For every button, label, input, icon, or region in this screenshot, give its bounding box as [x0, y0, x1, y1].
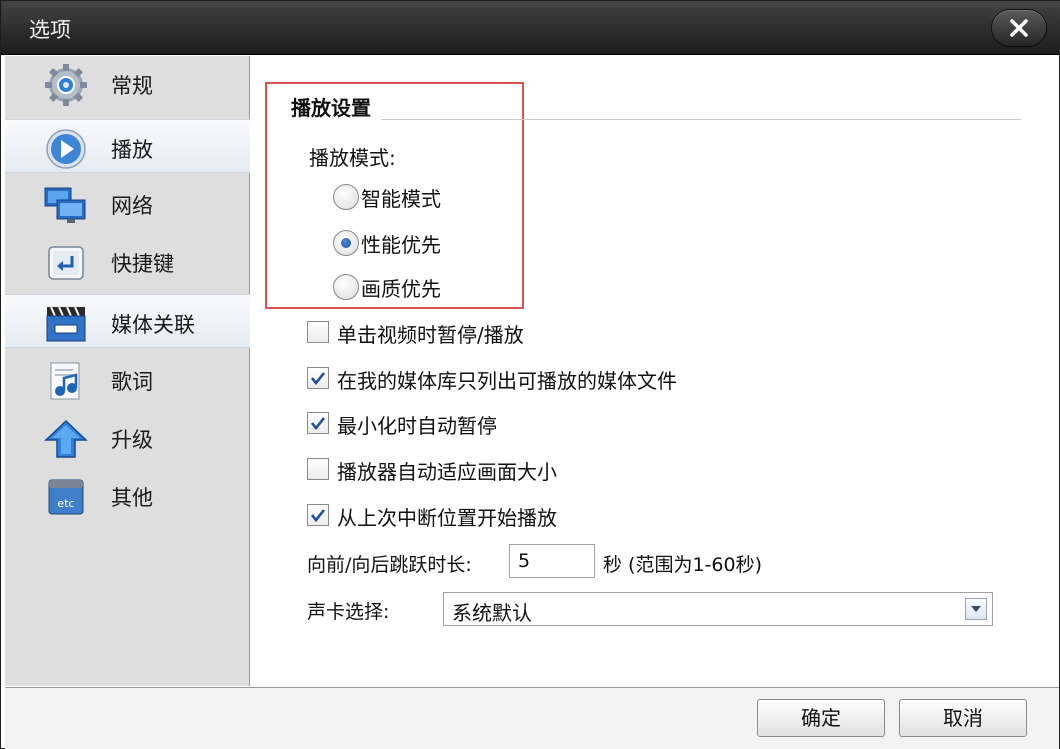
- seek-duration-label: 向前/向后跳跃时长:: [307, 554, 472, 576]
- lyrics-icon: [50, 362, 80, 400]
- sidebar-item-label: 播放: [111, 138, 153, 162]
- clapperboard-icon: [46, 306, 86, 342]
- section-title: 播放设置: [291, 96, 371, 120]
- soundcard-selected-value: 系统默认: [452, 601, 532, 625]
- checkmark-icon: [310, 372, 326, 386]
- sidebar-item-hotkeys[interactable]: 快捷键: [5, 234, 250, 288]
- checkbox[interactable]: [307, 367, 329, 389]
- radio-label: 画质优先: [361, 277, 441, 301]
- checkbox[interactable]: [307, 504, 329, 526]
- sidebar-item-media-association[interactable]: 媒体关联: [5, 294, 250, 348]
- checkmark-icon: [310, 509, 326, 523]
- checkbox-label: 在我的媒体库只列出可播放的媒体文件: [337, 369, 677, 393]
- sidebar-item-label: 其他: [111, 486, 153, 510]
- checkbox-label: 最小化时自动暂停: [337, 414, 497, 438]
- sidebar: 常规 播放 网络 快捷键 媒体关联 歌词 升级 etc 其他: [5, 56, 250, 686]
- title-bar[interactable]: 选项: [1, 1, 1060, 55]
- options-window: 选项 常规 播放 网络 快捷键 媒体关联 歌词 升级 etc 其他 播放设置 播…: [0, 0, 1060, 749]
- radio-button[interactable]: [333, 230, 359, 256]
- arrow-up-icon: [44, 419, 88, 458]
- ok-button[interactable]: 确定: [757, 699, 885, 737]
- enter-key-icon: [48, 246, 84, 280]
- soundcard-select[interactable]: 系统默认: [443, 592, 993, 626]
- radio-selected-dot: [341, 238, 351, 248]
- checkbox[interactable]: [307, 412, 329, 434]
- sidebar-item-label: 歌词: [111, 370, 153, 394]
- etc-icon: etc: [48, 479, 84, 515]
- checkmark-icon: [310, 417, 326, 431]
- checkbox-label: 播放器自动适应画面大小: [337, 460, 557, 484]
- cancel-button[interactable]: 取消: [899, 699, 1027, 737]
- soundcard-label: 声卡选择:: [307, 601, 390, 623]
- gear-icon: [45, 64, 87, 106]
- sidebar-item-label: 升级: [111, 428, 153, 452]
- play-icon: [46, 129, 86, 169]
- section-divider: [381, 119, 1021, 120]
- close-icon: [1010, 19, 1028, 37]
- checkbox-label: 单击视频时暂停/播放: [337, 323, 524, 347]
- radio-button[interactable]: [333, 274, 359, 300]
- playback-mode-label: 播放模式:: [309, 146, 396, 170]
- seek-duration-hint: 秒 (范围为1-60秒): [603, 554, 762, 576]
- chevron-down-icon: [971, 606, 981, 612]
- checkbox[interactable]: [307, 458, 329, 480]
- dropdown-button[interactable]: [965, 598, 987, 620]
- radio-label: 智能模式: [361, 187, 441, 211]
- sidebar-item-general[interactable]: 常规: [5, 56, 250, 110]
- window-title: 选项: [29, 18, 71, 42]
- sidebar-item-playback[interactable]: 播放: [5, 119, 250, 173]
- radio-button[interactable]: [333, 184, 359, 210]
- sidebar-item-upgrade[interactable]: 升级: [5, 410, 250, 464]
- sidebar-item-label: 常规: [111, 74, 153, 98]
- playback-settings-panel: 播放设置 播放模式: 智能模式 性能优先 画质优先 单击视频时暂停/播放 在我的…: [251, 56, 1059, 686]
- checkbox[interactable]: [307, 321, 329, 343]
- radio-label: 性能优先: [361, 233, 441, 257]
- checkbox-label: 从上次中断位置开始播放: [337, 506, 557, 530]
- etc-icon-text: etc: [57, 497, 74, 510]
- sidebar-item-label: 网络: [111, 194, 153, 218]
- dialog-footer: 确定 取消: [5, 687, 1059, 749]
- sidebar-item-other[interactable]: etc 其他: [5, 468, 250, 522]
- close-button[interactable]: [991, 9, 1047, 47]
- sidebar-item-lyrics[interactable]: 歌词: [5, 352, 250, 406]
- seek-duration-input[interactable]: [509, 544, 595, 578]
- sidebar-item-label: 快捷键: [111, 252, 174, 276]
- sidebar-item-network[interactable]: 网络: [5, 176, 250, 230]
- network-icon: [44, 187, 86, 223]
- sidebar-item-label: 媒体关联: [111, 313, 195, 337]
